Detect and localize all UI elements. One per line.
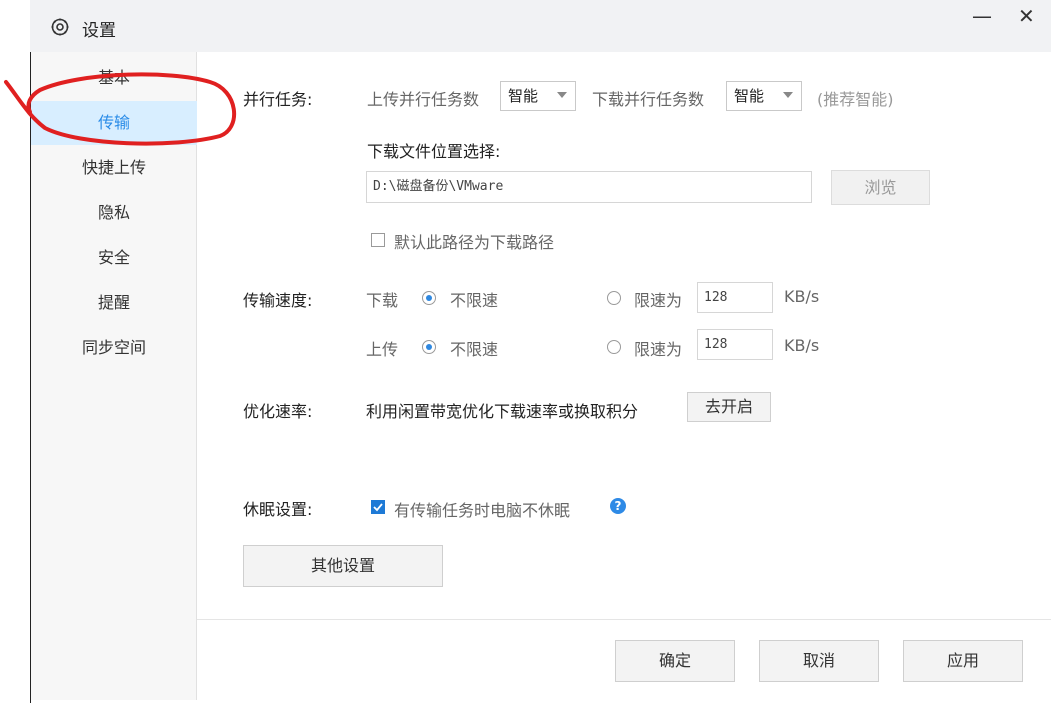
download-limit-label: 限速为 — [634, 291, 683, 310]
chevron-down-icon — [783, 92, 793, 98]
upload-limit-input[interactable]: 128 — [697, 329, 773, 360]
annotation-circle — [4, 72, 237, 146]
sidebar-item-sync-space[interactable]: 同步空间 — [31, 326, 197, 370]
transfer-speed-label: 传输速度: — [243, 291, 313, 310]
upload-parallel-label: 上传并行任务数 — [367, 90, 480, 109]
sidebar-item-reminder[interactable]: 提醒 — [31, 281, 197, 325]
enable-optimize-button[interactable]: 去开启 — [687, 392, 771, 422]
upload-limit-unit: KB/s — [784, 336, 820, 355]
browse-button[interactable]: 浏览 — [831, 170, 930, 205]
parallel-tasks-label: 并行任务: — [243, 90, 313, 109]
optimize-text: 利用闲置带宽优化下载速率或换取积分 — [366, 402, 639, 421]
download-parallel-label: 下载并行任务数 — [592, 90, 705, 109]
upload-speed-label: 上传 — [366, 340, 399, 359]
upload-parallel-value: 智能 — [508, 87, 539, 105]
download-limit-input[interactable]: 128 — [697, 282, 773, 313]
window-title: 设置 — [82, 21, 116, 41]
help-icon[interactable]: ? — [610, 498, 626, 514]
download-parallel-value: 智能 — [734, 87, 765, 105]
optimize-label: 优化速率: — [243, 402, 313, 421]
close-button[interactable]: ✕ — [1018, 6, 1035, 26]
chevron-down-icon — [557, 92, 567, 98]
download-speed-label: 下载 — [366, 291, 399, 310]
no-sleep-checkbox[interactable] — [371, 500, 385, 514]
default-path-label: 默认此路径为下载路径 — [394, 233, 555, 252]
check-icon — [373, 503, 383, 512]
cancel-button[interactable]: 取消 — [759, 640, 879, 682]
title-bar — [30, 0, 1051, 52]
download-limit-unit: KB/s — [784, 287, 820, 306]
default-path-checkbox[interactable] — [371, 233, 385, 247]
footer-divider — [197, 619, 1051, 620]
ok-button[interactable]: 确定 — [615, 640, 735, 682]
download-unlimited-label: 不限速 — [450, 291, 499, 310]
upload-limit-radio[interactable] — [607, 340, 621, 354]
download-parallel-select[interactable]: 智能 — [726, 81, 802, 111]
sleep-label: 休眠设置: — [243, 500, 313, 519]
no-sleep-label: 有传输任务时电脑不休眠 — [394, 501, 571, 520]
download-limit-radio[interactable] — [607, 291, 621, 305]
upload-unlimited-radio[interactable] — [422, 340, 436, 354]
sidebar-item-privacy[interactable]: 隐私 — [31, 191, 197, 235]
download-path-input[interactable]: D:\磁盘备份\VMware — [366, 171, 812, 203]
other-settings-button[interactable]: 其他设置 — [243, 545, 443, 587]
upload-unlimited-label: 不限速 — [450, 340, 499, 359]
sidebar-item-security[interactable]: 安全 — [31, 236, 197, 280]
download-location-label: 下载文件位置选择: — [367, 142, 501, 161]
apply-button[interactable]: 应用 — [903, 640, 1023, 682]
minimize-button[interactable]: — — [972, 6, 992, 26]
sidebar-item-quick-upload[interactable]: 快捷上传 — [31, 146, 197, 190]
upload-limit-label: 限速为 — [634, 340, 683, 359]
download-unlimited-radio[interactable] — [422, 291, 436, 305]
gear-icon — [51, 18, 69, 36]
parallel-hint: (推荐智能) — [817, 90, 894, 109]
upload-parallel-select[interactable]: 智能 — [500, 81, 576, 111]
